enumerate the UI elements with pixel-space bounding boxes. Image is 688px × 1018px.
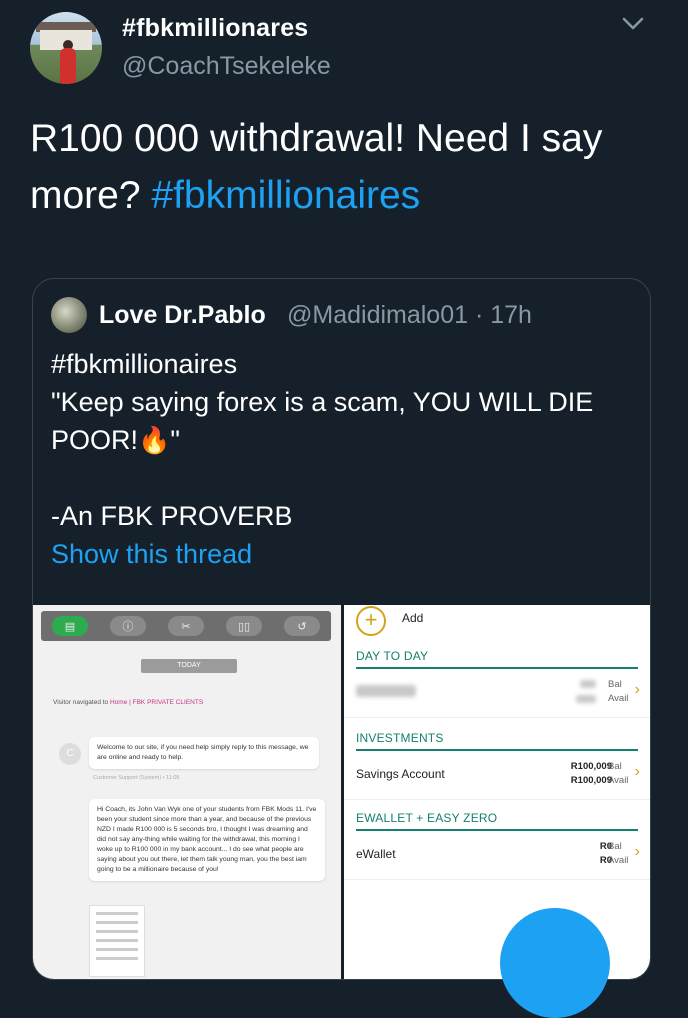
quoted-text-line: -An FBK PROVERB	[51, 501, 293, 531]
add-label: Add	[402, 611, 424, 625]
redacted-balance	[580, 680, 596, 688]
section-divider	[356, 667, 638, 669]
tweet-text: R100 000 withdrawal! Need I say more? #f…	[30, 110, 650, 224]
quoted-author-handle-time: @Madidimalo01 · 17h	[287, 301, 532, 329]
attachment-thumbnail	[89, 905, 145, 977]
support-avatar: C	[59, 743, 81, 765]
row-divider	[344, 717, 650, 718]
section-divider	[356, 829, 638, 831]
book-icon: ▯▯	[226, 616, 262, 636]
row-divider	[344, 879, 650, 880]
redacted-available	[576, 695, 596, 703]
row-divider	[344, 799, 650, 800]
section-day-to-day: DAY TO DAY	[356, 649, 429, 663]
tweet-hashtag-link[interactable]: #fbkmillionaires	[151, 174, 420, 217]
savings-account-label: Savings Account	[356, 767, 445, 781]
redacted-account-name	[356, 685, 416, 697]
show-thread-link[interactable]: Show this thread	[51, 539, 252, 570]
quoted-text-line: POOR!🔥"	[51, 421, 631, 459]
visitor-link: Home | FBK PRIVATE CLIENTS	[109, 699, 204, 706]
author-avatar[interactable]	[30, 12, 102, 84]
chevron-right-icon: ›	[634, 843, 640, 860]
quoted-author-name: Love Dr.Pablo	[99, 301, 266, 329]
welcome-message: Welcome to our site, if you need help si…	[89, 737, 319, 769]
quoted-text-poor: POOR!	[51, 425, 139, 455]
chat-toolbar: ▤ ⓘ ✂ ▯▯ ↺	[41, 611, 331, 641]
section-ewallet: EWALLET + EASY ZERO	[356, 811, 498, 825]
student-message: Hi Coach, its John Van Wyk one of your s…	[89, 799, 325, 881]
compose-fab-button[interactable]	[500, 908, 610, 1018]
section-divider	[356, 749, 638, 751]
today-divider: TODAY	[141, 659, 237, 673]
avatar-person	[60, 48, 76, 84]
quoted-text-line: #fbkmillionaires	[51, 349, 238, 379]
section-investments: INVESTMENTS	[356, 731, 444, 745]
visitor-prefix: Visitor navigated to	[53, 699, 110, 706]
add-icon: +	[356, 606, 386, 636]
quoted-tweet-text: #fbkmillionaires "Keep saying forex is a …	[51, 345, 631, 535]
author-handle[interactable]: @CoachTsekeleke	[122, 52, 331, 81]
ewallet-label: eWallet	[356, 847, 396, 861]
chevron-right-icon: ›	[634, 763, 640, 780]
bank-screenshot-image[interactable]: + Add DAY TO DAY Bal Avail › INVESTMENTS…	[344, 605, 650, 979]
visitor-navigation-note: Visitor navigated to Home | FBK PRIVATE …	[53, 699, 203, 706]
quoted-text-line: "Keep saying forex is a scam, YOU WILL D…	[51, 387, 594, 417]
history-icon: ↺	[284, 616, 320, 636]
info-icon: ⓘ	[110, 616, 146, 636]
chevron-right-icon: ›	[634, 681, 640, 698]
quoted-tweet-card[interactable]: Love Dr.Pablo @Madidimalo01 · 17h #fbkmi…	[32, 278, 651, 980]
savings-balance: R100,009	[570, 761, 612, 772]
chat-icon: ▤	[52, 616, 88, 636]
fire-emoji-icon: 🔥	[138, 425, 171, 455]
quoted-text-quote: "	[170, 425, 180, 455]
scissors-icon: ✂	[168, 616, 204, 636]
quoted-author-avatar	[51, 297, 87, 333]
chat-screenshot-image[interactable]: ▤ ⓘ ✂ ▯▯ ↺ TODAY Visitor navigated to Ho…	[33, 605, 341, 979]
author-display-name[interactable]: #fbkmillionares	[122, 14, 308, 43]
savings-available: R100,009	[570, 775, 612, 786]
chevron-down-icon[interactable]	[620, 14, 646, 34]
support-meta: Customer Support (System) • 11:05	[93, 775, 180, 781]
